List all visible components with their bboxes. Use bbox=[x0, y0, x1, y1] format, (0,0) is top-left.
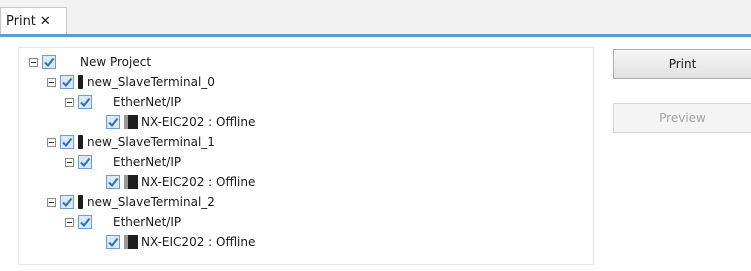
checkbox-checked-icon[interactable] bbox=[106, 175, 120, 189]
tree-label-root: New Project bbox=[80, 55, 152, 69]
checkbox-checked-icon[interactable] bbox=[78, 95, 92, 109]
tree-node-network[interactable]: EtherNet/IP bbox=[65, 212, 181, 232]
tree-node-device[interactable]: NX-EIC202 : Offline bbox=[106, 112, 255, 132]
tree-node-device[interactable]: NX-EIC202 : Offline bbox=[106, 172, 255, 192]
collapse-minus-icon[interactable] bbox=[29, 57, 38, 67]
tree-node-slave-terminal[interactable]: new_SlaveTerminal_2 bbox=[47, 192, 215, 212]
checkbox-checked-icon[interactable] bbox=[60, 135, 74, 149]
coupler-unit-icon bbox=[124, 175, 138, 189]
close-icon[interactable]: ✕ bbox=[40, 14, 51, 29]
checkbox-checked-icon[interactable] bbox=[42, 55, 56, 69]
slave-terminal-device-icon bbox=[78, 135, 83, 149]
tree-label-terminal: new_SlaveTerminal_0 bbox=[87, 75, 215, 89]
collapse-minus-icon[interactable] bbox=[47, 77, 56, 87]
slave-terminal-device-icon bbox=[78, 195, 83, 209]
collapse-minus-icon[interactable] bbox=[65, 97, 74, 107]
tab-label: Print bbox=[6, 13, 36, 29]
tree-label-device: NX-EIC202 : Offline bbox=[141, 235, 256, 249]
collapse-minus-icon[interactable] bbox=[65, 217, 74, 227]
tree-label-terminal: new_SlaveTerminal_1 bbox=[87, 135, 215, 149]
tree-node-device[interactable]: NX-EIC202 : Offline bbox=[106, 232, 255, 252]
collapse-minus-icon[interactable] bbox=[47, 137, 56, 147]
tree-label-device: NX-EIC202 : Offline bbox=[141, 115, 256, 129]
coupler-unit-icon bbox=[124, 235, 138, 249]
tab-print[interactable]: Print ✕ bbox=[0, 7, 67, 34]
tree-label-network: EtherNet/IP bbox=[113, 95, 182, 109]
checkbox-checked-icon[interactable] bbox=[78, 155, 92, 169]
tree-label-network: EtherNet/IP bbox=[113, 215, 182, 229]
checkbox-checked-icon[interactable] bbox=[106, 235, 120, 249]
checkbox-checked-icon[interactable] bbox=[78, 215, 92, 229]
tree-node-slave-terminal[interactable]: new_SlaveTerminal_0 bbox=[47, 72, 215, 92]
tree-label-terminal: new_SlaveTerminal_2 bbox=[87, 195, 215, 209]
print-tree-panel: New Project new_SlaveTerminal_0 EtherNet… bbox=[18, 47, 594, 265]
tab-accent-bar bbox=[0, 34, 751, 37]
checkbox-checked-icon[interactable] bbox=[106, 115, 120, 129]
collapse-minus-icon[interactable] bbox=[47, 197, 56, 207]
collapse-minus-icon[interactable] bbox=[65, 157, 74, 167]
print-button[interactable]: Print bbox=[613, 49, 751, 79]
coupler-unit-icon bbox=[124, 115, 138, 129]
tree-node-network[interactable]: EtherNet/IP bbox=[65, 92, 181, 112]
tree-node-root[interactable]: New Project bbox=[29, 52, 151, 72]
checkbox-checked-icon[interactable] bbox=[60, 195, 74, 209]
tree-node-network[interactable]: EtherNet/IP bbox=[65, 152, 181, 172]
slave-terminal-device-icon bbox=[78, 75, 83, 89]
tree-node-slave-terminal[interactable]: new_SlaveTerminal_1 bbox=[47, 132, 215, 152]
tree-label-network: EtherNet/IP bbox=[113, 155, 182, 169]
tree-label-device: NX-EIC202 : Offline bbox=[141, 175, 256, 189]
checkbox-checked-icon[interactable] bbox=[60, 75, 74, 89]
tab-strip: Print ✕ bbox=[0, 0, 751, 34]
preview-button[interactable]: Preview bbox=[613, 103, 751, 133]
